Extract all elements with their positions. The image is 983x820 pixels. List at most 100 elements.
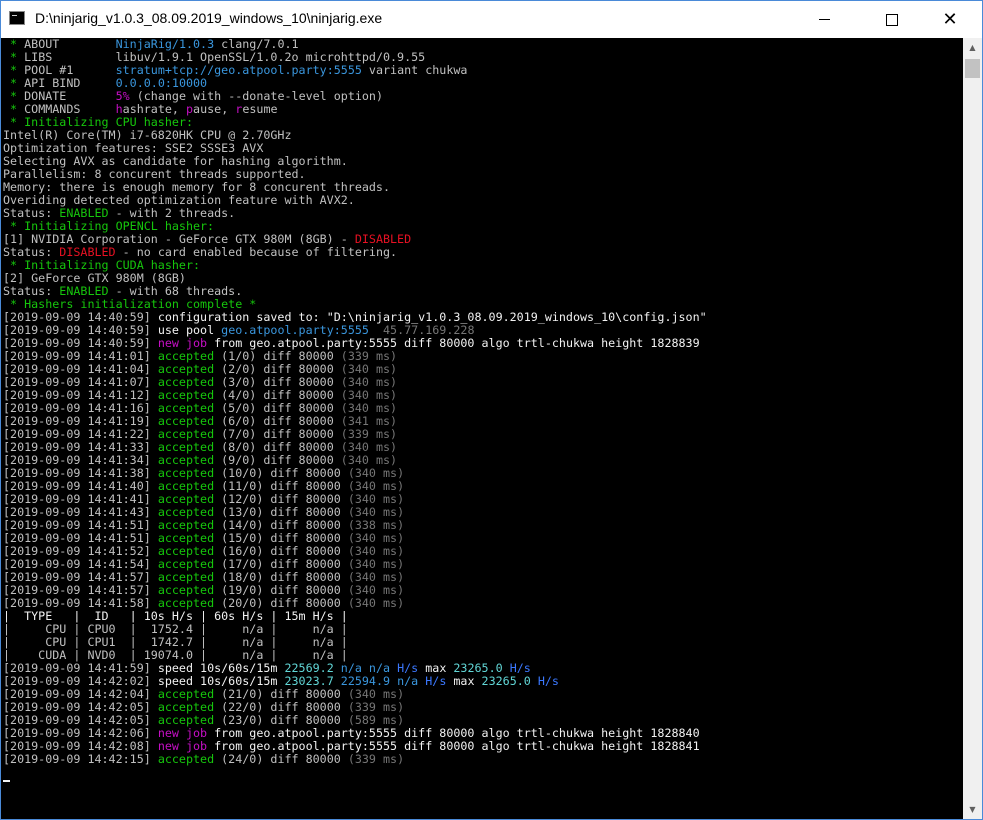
console-text-segment: (339 ms)	[340, 427, 398, 441]
console-text-segment: H/s	[418, 674, 447, 688]
console-text-segment: (1/0) diff 80000	[214, 349, 341, 363]
console-text-segment: accepted	[157, 752, 215, 766]
console-text-segment: [2019-09-09 14:41:54]	[3, 557, 158, 571]
console-text-segment: 22594.9 n/a	[333, 674, 419, 688]
console-output[interactable]: * ABOUT NinjaRig/1.0.3 clang/7.0.1 * LIB…	[1, 38, 963, 819]
title-bar[interactable]: D:\ninjarig_v1.0.3_08.09.2019_windows_10…	[1, 1, 982, 38]
console-text-segment: variant chukwa	[361, 63, 468, 77]
console-app-icon	[9, 11, 25, 25]
console-text-segment: accepted	[157, 388, 215, 402]
console-text-segment: (340 ms)	[340, 388, 398, 402]
console-text-segment: 22569.2	[284, 661, 334, 675]
console-text-segment: API BIND	[24, 76, 116, 90]
console-line: [2019-09-09 14:42:15] accepted (24/0) di…	[3, 753, 707, 766]
console-text-segment: * Initializing OPENCL hasher:	[3, 219, 215, 233]
console-text-segment: * Hashers initialization complete *	[3, 297, 257, 311]
console-text-segment: 23023.7	[284, 674, 334, 688]
console-text-segment: (11/0) diff 80000	[214, 479, 348, 493]
console-text-segment: h	[115, 102, 123, 116]
console-text-segment: | CUDA | NVD0 | 19074.0 | n/a | n/a |	[3, 648, 348, 662]
console-text-segment: COMMANDS	[24, 102, 116, 116]
console-text-segment: (19/0) diff 80000	[214, 583, 348, 597]
console-text-segment: configuration saved to: "D:\ninjarig_v1.…	[157, 310, 707, 324]
console-text-segment: [2019-09-09 14:41:12]	[3, 388, 158, 402]
console-text-segment: accepted	[157, 687, 215, 701]
vertical-scrollbar[interactable]: ▲ ▼	[963, 38, 982, 819]
console-text-segment: [2019-09-09 14:41:57]	[3, 570, 158, 584]
console-text-segment: (339 ms)	[347, 700, 405, 714]
scroll-up-arrow-icon[interactable]: ▲	[963, 38, 982, 57]
console-text-segment: accepted	[157, 596, 215, 610]
console-text-segment: p	[186, 102, 194, 116]
console-text-segment: max	[418, 661, 454, 675]
scrollbar-thumb[interactable]	[965, 59, 980, 78]
console-text-segment: [2019-09-09 14:41:34]	[3, 453, 158, 467]
console-text-segment: (340 ms)	[347, 570, 405, 584]
console-text-segment: (17/0) diff 80000	[214, 557, 348, 571]
console-text-segment: [2019-09-09 14:41:33]	[3, 440, 158, 454]
maximize-button[interactable]	[869, 1, 915, 38]
console-text-segment: (339 ms)	[340, 349, 398, 363]
console-text-segment: [2019-09-09 14:40:59]	[3, 323, 158, 337]
close-icon: ✕	[942, 8, 958, 30]
console-text-segment: Intel(R) Core(TM) i7-6820HK CPU @ 2.70GH…	[3, 128, 292, 142]
console-text-segment: (339 ms)	[347, 752, 405, 766]
console-text-segment: - no card enabled because of filtering.	[115, 245, 398, 259]
console-text-segment: accepted	[157, 349, 215, 363]
console-text-segment: (22/0) diff 80000	[214, 700, 348, 714]
console-text-segment: accepted	[157, 713, 215, 727]
console-text-segment: H/s	[502, 661, 531, 675]
console-text-segment: *	[3, 76, 25, 90]
console-text-segment: (9/0) diff 80000	[214, 453, 341, 467]
console-text-segment: [2019-09-09 14:41:51]	[3, 531, 158, 545]
console-text-segment: 23265.0	[481, 674, 531, 688]
console-text-segment: | TYPE | ID | 10s H/s | 60s H/s | 15m H/…	[3, 609, 348, 623]
console-text-segment: (340 ms)	[340, 440, 398, 454]
console-text-segment: [2019-09-09 14:42:15]	[3, 752, 158, 766]
console-text-segment: [2] GeForce GTX 980M (8GB)	[3, 271, 186, 285]
console-text-segment: [2019-09-09 14:42:05]	[3, 700, 158, 714]
console-text-segment: from geo.atpool.party:5555 diff 80000 al…	[207, 739, 700, 753]
close-button[interactable]: ✕	[927, 1, 973, 38]
console-text-segment: accepted	[157, 492, 215, 506]
console-text-segment: (340 ms)	[340, 375, 398, 389]
window-title: D:\ninjarig_v1.0.3_08.09.2019_windows_10…	[35, 10, 383, 26]
console-text-segment: accepted	[157, 531, 215, 545]
console-text-segment: H/s	[530, 674, 559, 688]
console-text-segment: [2019-09-09 14:40:59]	[3, 310, 158, 324]
console-text-segment: [2019-09-09 14:42:04]	[3, 687, 158, 701]
console-text-segment: [2019-09-09 14:41:41]	[3, 492, 158, 506]
console-text-segment: accepted	[157, 518, 215, 532]
console-text-segment: accepted	[157, 557, 215, 571]
console-text-segment: (340 ms)	[347, 479, 405, 493]
console-text-segment: H/s	[390, 661, 419, 675]
console-text-segment: accepted	[157, 505, 215, 519]
console-text-segment: [2019-09-09 14:41:59]	[3, 661, 158, 675]
minimize-button[interactable]	[801, 1, 847, 38]
console-text-segment: (340 ms)	[340, 453, 398, 467]
console-text-segment: Status:	[3, 206, 60, 220]
console-text-segment: DISABLED	[59, 245, 116, 259]
console-text-segment: ENABLED	[59, 284, 109, 298]
console-text-segment: (589 ms)	[347, 713, 405, 727]
minimize-icon	[818, 19, 830, 20]
console-text-segment: (341 ms)	[340, 414, 398, 428]
console-text-segment: (change with --donate-level option)	[129, 89, 384, 103]
console-text-segment: (4/0) diff 80000	[214, 388, 341, 402]
console-text-segment: [2019-09-09 14:42:08]	[3, 739, 158, 753]
console-text-segment: (340 ms)	[347, 531, 405, 545]
scroll-down-arrow-icon[interactable]: ▼	[963, 800, 982, 819]
console-text-segment: (340 ms)	[347, 505, 405, 519]
console-text-segment: esume	[242, 102, 278, 116]
console-text-segment: (3/0) diff 80000	[214, 375, 341, 389]
console-text-segment: (340 ms)	[340, 401, 398, 415]
console-text-segment: [2019-09-09 14:41:04]	[3, 362, 158, 376]
console-text-segment: accepted	[157, 362, 215, 376]
console-text-segment: ashrate,	[122, 102, 186, 116]
console-text-segment: (340 ms)	[347, 583, 405, 597]
console-text-segment: (6/0) diff 80000	[214, 414, 341, 428]
console-text-segment: - with 68 threads.	[108, 284, 243, 298]
console-lines: * ABOUT NinjaRig/1.0.3 clang/7.0.1 * LIB…	[3, 38, 707, 766]
console-text-segment: [2019-09-09 14:41:19]	[3, 414, 158, 428]
console-text-segment: DONATE	[24, 89, 116, 103]
